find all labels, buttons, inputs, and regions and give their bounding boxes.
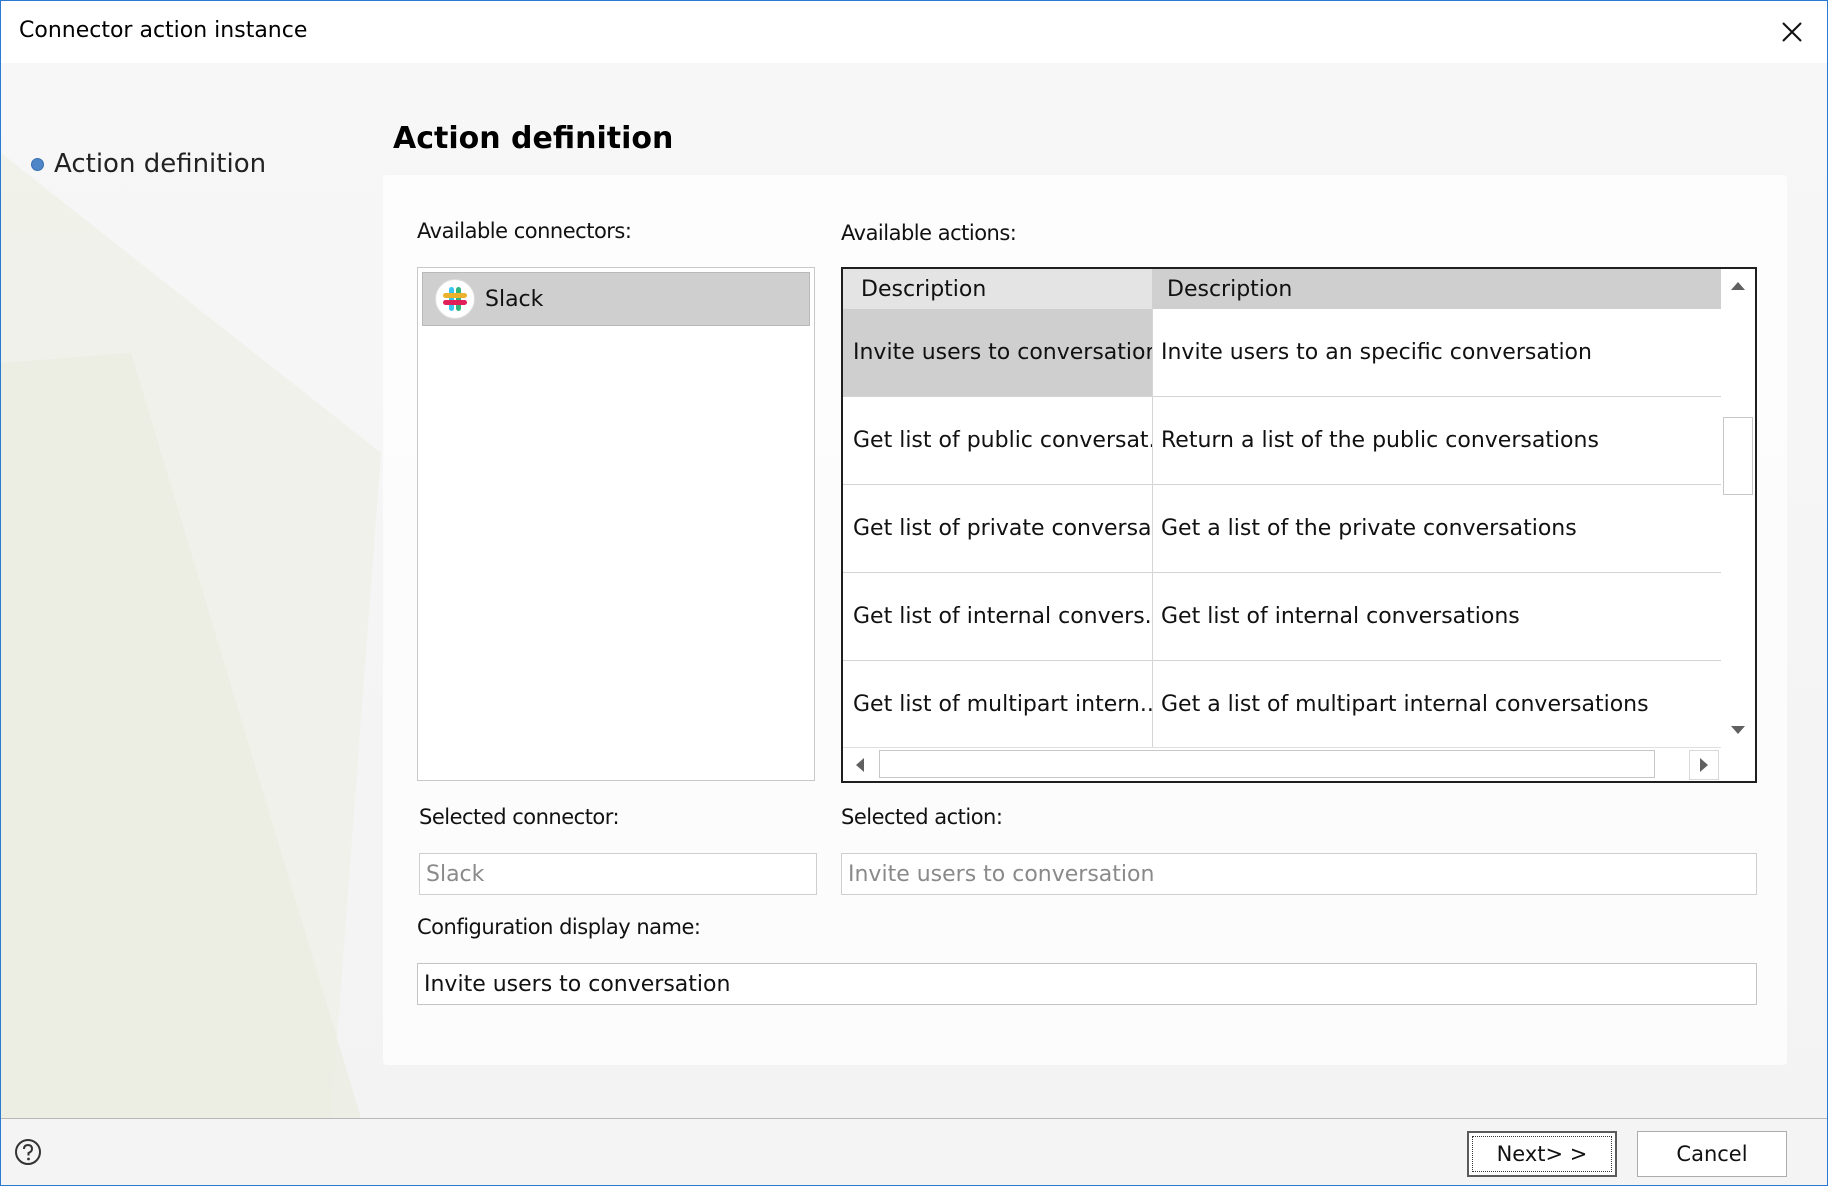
footer-bar: Next> > Cancel xyxy=(1,1118,1827,1185)
nav-bullet-icon xyxy=(31,157,44,171)
page-title: Action definition xyxy=(393,121,674,156)
connector-label: Slack xyxy=(485,286,544,312)
available-connectors-label: Available connectors: xyxy=(417,219,632,243)
cancel-button[interactable]: Cancel xyxy=(1637,1131,1787,1177)
grid-header: Description Description xyxy=(843,269,1721,309)
window-title: Connector action instance xyxy=(19,18,308,43)
table-row[interactable]: Invite users to conversation Invite user… xyxy=(843,309,1721,397)
available-actions-label: Available actions: xyxy=(841,221,1017,245)
config-display-name-input[interactable]: Invite users to conversation xyxy=(417,963,1757,1005)
action-name-cell: Get list of private conversa... xyxy=(843,485,1153,572)
vertical-scroll-thumb[interactable] xyxy=(1723,417,1753,495)
connector-action-dialog: Connector action instance Action definit… xyxy=(0,0,1828,1186)
scroll-up-button[interactable] xyxy=(1723,271,1753,301)
slack-icon xyxy=(435,279,475,319)
action-description-cell: Get a list of multipart internal convers… xyxy=(1161,692,1649,717)
next-button[interactable]: Next> > xyxy=(1467,1131,1617,1177)
connectors-list[interactable]: Slack xyxy=(417,267,815,781)
horizontal-scroll-thumb[interactable] xyxy=(879,750,1655,778)
nav-item-label: Action definition xyxy=(54,149,267,179)
triangle-left-icon xyxy=(856,758,864,772)
close-icon xyxy=(1782,22,1802,42)
action-description-cell: Invite users to an specific conversation xyxy=(1161,340,1592,365)
dialog-content: Action definition Action definition Avai… xyxy=(1,63,1827,1118)
title-bar: Connector action instance xyxy=(1,1,1827,63)
column-header-description[interactable]: Description xyxy=(1153,269,1721,309)
actions-grid[interactable]: Description Description Invite users to … xyxy=(841,267,1757,783)
vertical-scrollbar[interactable] xyxy=(1721,269,1755,747)
action-description-cell: Get a list of the private conversations xyxy=(1161,516,1577,541)
scroll-left-button[interactable] xyxy=(845,750,875,780)
action-name-cell: Get list of public conversat... xyxy=(843,397,1153,484)
table-row[interactable]: Get list of public conversat... Return a… xyxy=(843,397,1721,485)
action-description-cell: Get list of internal conversations xyxy=(1161,604,1520,629)
action-name-cell: Get list of internal convers... xyxy=(843,573,1153,660)
nav-item-action-definition[interactable]: Action definition xyxy=(31,149,266,179)
selected-connector-label: Selected connector: xyxy=(419,805,620,829)
column-header-name[interactable]: Description xyxy=(843,269,1153,309)
action-description-cell: Return a list of the public conversation… xyxy=(1161,428,1599,453)
table-row[interactable]: Get list of private conversa... Get a li… xyxy=(843,485,1721,573)
scroll-right-button[interactable] xyxy=(1689,750,1719,780)
triangle-right-icon xyxy=(1700,758,1708,772)
grid-rows: Invite users to conversation Invite user… xyxy=(843,309,1721,749)
triangle-down-icon xyxy=(1731,726,1745,734)
table-row[interactable]: Get list of multipart intern... Get a li… xyxy=(843,661,1721,749)
selected-action-label: Selected action: xyxy=(841,805,1003,829)
selected-action-field[interactable]: Invite users to conversation xyxy=(841,853,1757,895)
triangle-up-icon xyxy=(1731,282,1745,290)
horizontal-scrollbar[interactable] xyxy=(843,747,1721,781)
close-button[interactable] xyxy=(1771,11,1813,53)
table-row[interactable]: Get list of internal convers... Get list… xyxy=(843,573,1721,661)
scroll-down-button[interactable] xyxy=(1723,715,1753,745)
action-name-cell: Get list of multipart intern... xyxy=(843,661,1153,748)
action-name-cell: Invite users to conversation xyxy=(843,309,1153,396)
selected-connector-field[interactable]: Slack xyxy=(419,853,817,895)
config-display-name-label: Configuration display name: xyxy=(417,915,701,939)
connector-item-slack[interactable]: Slack xyxy=(422,272,810,326)
help-icon[interactable] xyxy=(13,1137,43,1167)
